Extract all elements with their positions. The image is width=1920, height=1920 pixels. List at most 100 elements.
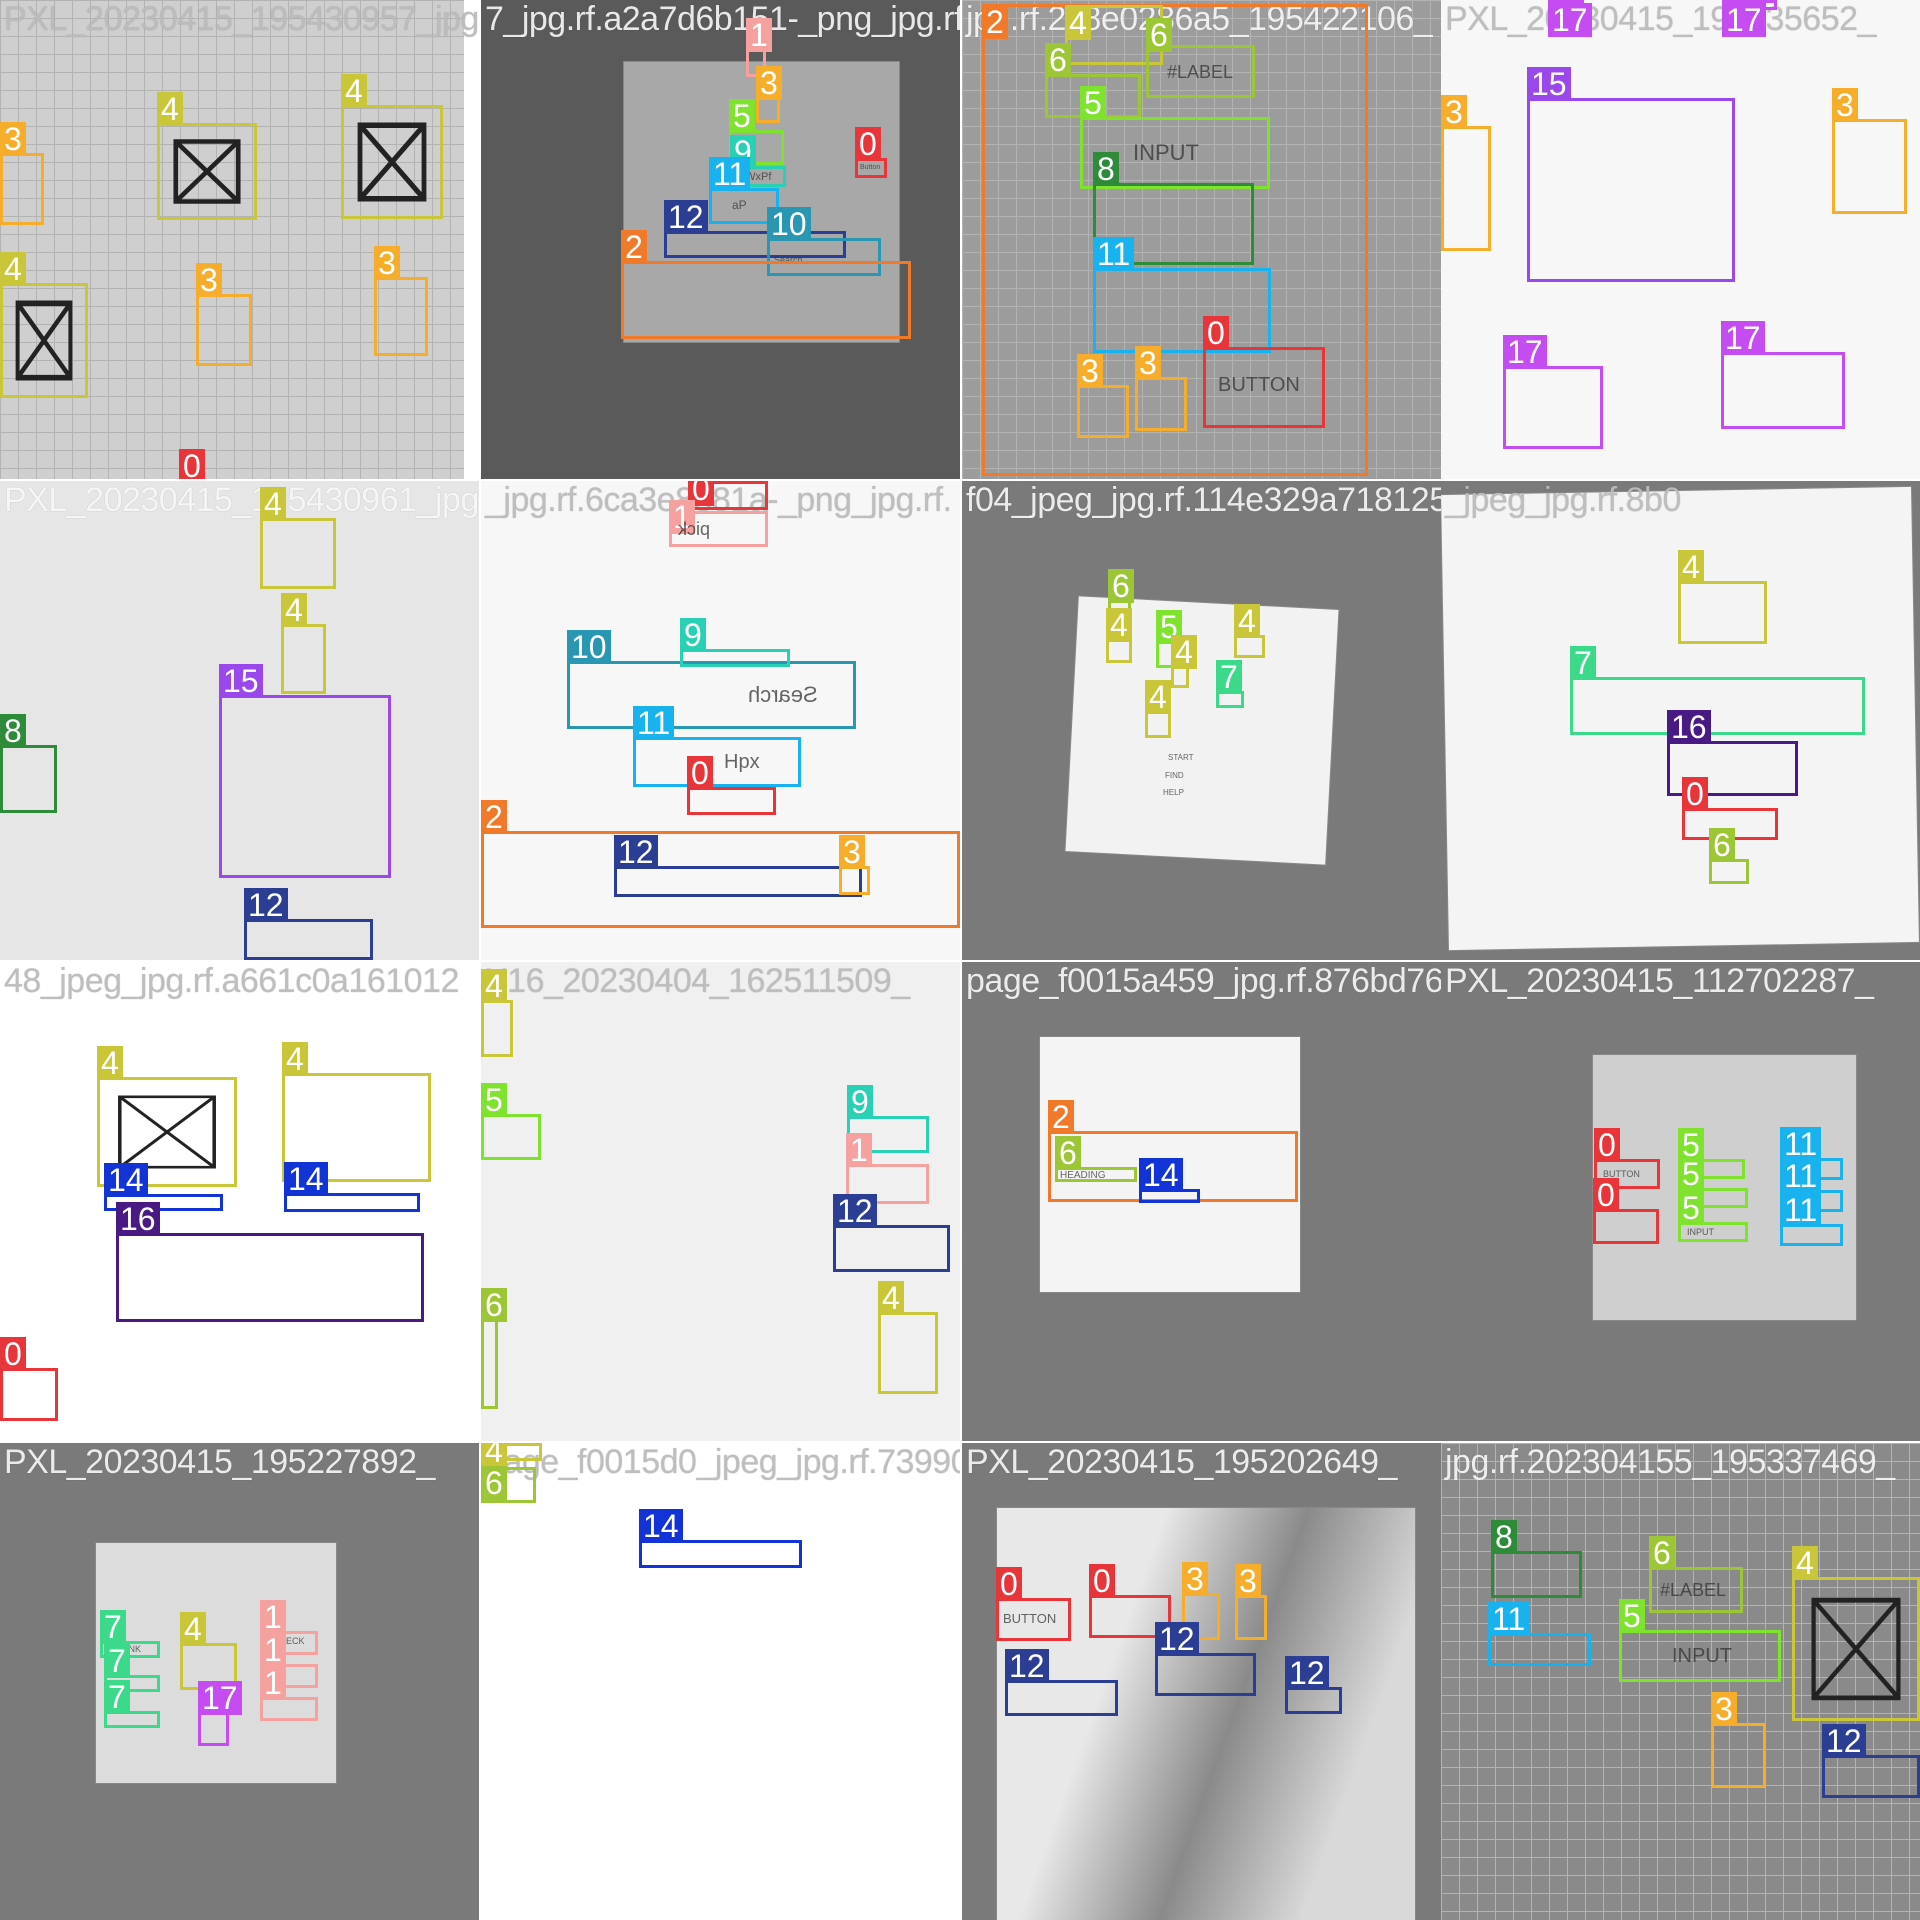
box-image-placeholder: 4 <box>481 969 513 1057</box>
box-text: 14 <box>639 1509 802 1568</box>
box-class-label: 12 <box>1285 1656 1329 1690</box>
box-class-label: 15 <box>219 664 263 698</box>
box-paragraph: 15 <box>219 664 391 878</box>
box-slider: 12 <box>1155 1622 1256 1696</box>
box-icon: 3 <box>1832 88 1907 214</box>
box-icon: 3 <box>1077 354 1129 438</box>
box-paragraph: 15 <box>1527 67 1735 282</box>
box-icon: 3 <box>196 263 252 366</box>
tile-caption: jpg.rf.202304155_195337469_ <box>1445 1443 1895 1481</box>
tile-caption: PXL_20230415_195227892_ <box>4 1443 435 1481</box>
box-class-label: 7 <box>104 1680 130 1714</box>
box-class-label: 4 <box>0 252 26 286</box>
box-class-label: 11 <box>1488 1602 1530 1636</box>
box-image-placeholder: 4 <box>281 593 326 694</box>
box-class-label: 5 <box>1678 1157 1704 1191</box>
box-class-label: 5 <box>481 1083 507 1117</box>
box-class-label: 0 <box>1682 777 1708 811</box>
tile-2: jpg.rf.2c8e0286a5_195422106_ 2 4 6 #LABEL… <box>962 0 1441 479</box>
box-class-label: 0 <box>996 1567 1022 1601</box>
box-icon: 3 <box>1441 95 1491 251</box>
sketch-text: #LABEL <box>1660 1580 1727 1600</box>
box-text: 14 <box>1139 1158 1200 1203</box>
box-class-label: 6 <box>481 1288 507 1322</box>
box-class-label: 4 <box>1145 680 1171 714</box>
box-class-label: 4 <box>180 1612 206 1646</box>
box-button: 0 <box>688 481 768 510</box>
box-button: 0 <box>687 756 776 815</box>
box-text: 9 <box>680 618 790 667</box>
box-class-label: 12 <box>614 835 658 869</box>
box-image-placeholder: 4 <box>1792 1546 1920 1721</box>
sketch-text: aP <box>732 198 747 212</box>
box-class-label: 4 <box>1065 6 1091 40</box>
box-class-label: 4 <box>878 1281 904 1315</box>
box-class-label: 11 <box>1780 1193 1822 1227</box>
box-label: 6 <box>481 1466 536 1503</box>
box-class-label: 6 <box>481 1466 507 1500</box>
box-class-label: 6 <box>1709 828 1735 862</box>
box-class-label: 4 <box>281 593 307 627</box>
tile-caption: PXL_20230415_195202649_ <box>966 1443 1397 1481</box>
box-class-label: 3 <box>1832 88 1858 122</box>
box-class-label: 4 <box>481 969 507 1003</box>
box-label: 6 #LABEL <box>1649 1536 1743 1613</box>
box-class-label: 4 <box>1234 604 1260 638</box>
box-class-label: 3 <box>1441 95 1467 129</box>
box-class-label: 3 <box>0 122 26 156</box>
tile-caption: X16_20230404_162511509_ <box>485 962 910 1000</box>
box-class-label: 2 <box>481 800 507 834</box>
box-class-label: 4 <box>157 92 183 126</box>
box-link: 7 <box>1216 660 1244 708</box>
tile-8: 48_jpeg_jpg.rf.a661c0a161012 4 4 14 14 1… <box>0 962 479 1441</box>
box-slider: 12 <box>1005 1649 1118 1716</box>
box-icon: 3 <box>0 122 44 225</box>
box-input: 5 <box>481 1083 541 1160</box>
box-button: 0 <box>1593 1178 1659 1244</box>
box-label: 6 #LABEL <box>1146 18 1255 98</box>
box-class-label: 6 <box>1649 1536 1675 1570</box>
box-label: 6 HEADING <box>1055 1136 1137 1182</box>
box-class-label: 4 <box>260 487 286 521</box>
tile-caption: PXL_20230415_195435652_ <box>1445 0 1876 38</box>
tile-3: PXL_20230415_195435652_ 17 17 15 3 3 17 … <box>1441 0 1920 479</box>
box-class-label: 9 <box>680 618 706 652</box>
box-class-label: 5 <box>1678 1191 1704 1225</box>
tile-1: 7_jpg.rf.a2a7d6b151-_png_jpg.rf. 1 3 5 9… <box>481 0 960 479</box>
box-class-label: 12 <box>244 888 288 922</box>
box-class-label: 11 <box>709 157 751 191</box>
box-button: 0 BUTTON <box>1203 316 1325 428</box>
box-button: 0 BUTTON <box>996 1567 1071 1641</box>
tile-7: _jpeg_jpg.rf.8b0 4 7 16 0 6 <box>1441 481 1920 960</box>
sketch-text: FIND <box>1165 771 1184 780</box>
box-class-label: 17 <box>1503 335 1547 369</box>
box-dropdown: 11 <box>1093 237 1271 353</box>
tile-caption: page_f0015d0_jpeg_jpg.rf.73990 <box>485 1443 960 1481</box>
box-class-label: 3 <box>1182 1562 1208 1596</box>
box-class-label: 0 <box>1089 1564 1115 1598</box>
box-label: 6 <box>1709 828 1749 884</box>
box-video: 17 <box>1721 321 1845 429</box>
box-class-label: 6 <box>1045 43 1071 77</box>
box-class-label: 14 <box>1139 1158 1183 1192</box>
box-slider: 12 <box>1822 1724 1920 1798</box>
box-class-label: 12 <box>1822 1724 1866 1758</box>
box-class-label: 1 <box>746 18 772 52</box>
box-class-label: 3 <box>1235 1564 1261 1598</box>
box-class-label: 5 <box>729 99 755 133</box>
box-class-label: 3 <box>756 66 782 100</box>
box-class-label: 2 <box>1048 1100 1074 1134</box>
tile-caption: page_f0015a459_jpg.rf.876bd7660c <box>966 962 1441 1000</box>
box-class-label: 2 <box>621 230 647 264</box>
box-class-label: 11 <box>1780 1159 1822 1193</box>
box-class-label: 0 <box>855 127 881 161</box>
tile-0: PXL_20230415_195430957_jpg.rf. 3 4 4 3 4… <box>0 0 479 479</box>
box-class-label: 3 <box>196 263 222 297</box>
box-slider: 12 <box>244 888 373 960</box>
detection-mosaic: PXL_20230415_195430957_jpg.rf. 3 4 4 3 4… <box>0 0 1920 1920</box>
box-class-label: 0 <box>1593 1178 1619 1212</box>
box-class-label: 7 <box>1216 660 1242 694</box>
box-dropdown: 11 <box>1780 1193 1843 1246</box>
box-class-label: 4 <box>1106 608 1132 642</box>
tile-caption: PXL_20230415_112702287_ <box>1445 962 1874 1000</box>
